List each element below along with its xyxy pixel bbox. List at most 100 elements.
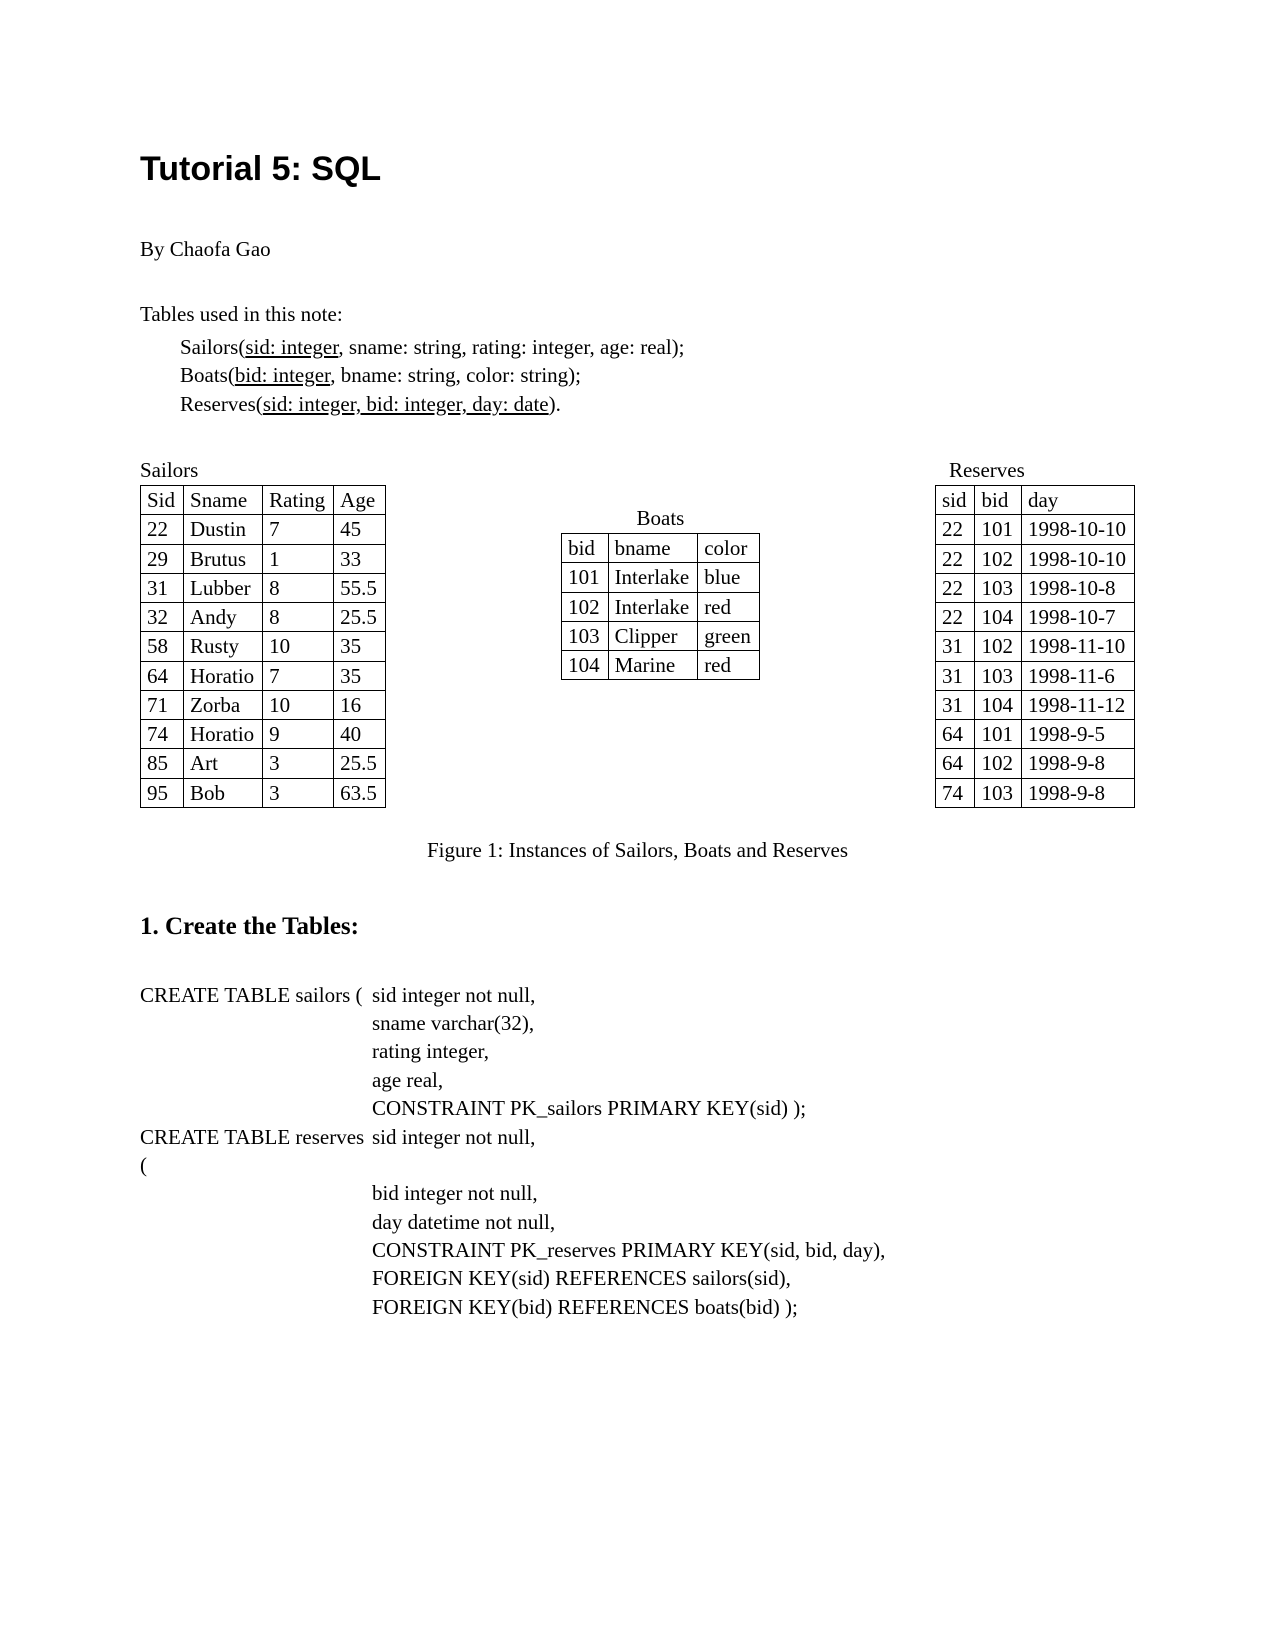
table-row: 71Zorba1016: [141, 690, 386, 719]
table-cell: 1998-10-7: [1021, 603, 1134, 632]
table-header-cell: color: [698, 534, 760, 563]
table-row: 641021998-9-8: [935, 749, 1134, 778]
table-cell: 10: [263, 632, 334, 661]
section-1-heading: 1. Create the Tables:: [140, 913, 1135, 941]
table-row: 104Marinered: [562, 651, 760, 680]
sql-body: age real,: [372, 1066, 1135, 1094]
sql-body: CONSTRAINT PK_reserves PRIMARY KEY(sid, …: [372, 1236, 1135, 1264]
table-cell: 104: [975, 603, 1022, 632]
table-cell: 22: [935, 515, 975, 544]
table-header-cell: Age: [334, 486, 386, 515]
page-title: Tutorial 5: SQL: [140, 150, 1135, 189]
table-cell: 22: [935, 544, 975, 573]
table-row: 74Horatio940: [141, 720, 386, 749]
table-cell: Art: [184, 749, 263, 778]
table-cell: 103: [562, 621, 609, 650]
author-line: By Chaofa Gao: [140, 237, 1135, 262]
table-row: 311031998-11-6: [935, 661, 1134, 690]
table-row: 741031998-9-8: [935, 778, 1134, 807]
sql-head: [140, 1037, 372, 1065]
table-cell: Andy: [184, 603, 263, 632]
table-cell: 104: [562, 651, 609, 680]
table-cell: 22: [935, 603, 975, 632]
figure-caption: Figure 1: Instances of Sailors, Boats an…: [140, 838, 1135, 863]
table-cell: 74: [935, 778, 975, 807]
table-cell: 16: [334, 690, 386, 719]
table-cell: 22: [935, 573, 975, 602]
table-cell: Interlake: [608, 563, 698, 592]
boats-table-block: Boats bidbnamecolor101Interlakeblue102In…: [561, 506, 760, 680]
sql-head: [140, 1066, 372, 1094]
table-cell: 35: [334, 632, 386, 661]
sql-body: sid integer not null,: [372, 1123, 1135, 1180]
sailors-label: Sailors: [140, 458, 386, 483]
boats-label: Boats: [561, 506, 760, 531]
sql-body: FOREIGN KEY(bid) REFERENCES boats(bid) )…: [372, 1293, 1135, 1321]
table-cell: 7: [263, 661, 334, 690]
table-cell: Marine: [608, 651, 698, 680]
sailors-table-block: Sailors SidSnameRatingAge22Dustin74529Br…: [140, 458, 386, 808]
table-header-cell: Sname: [184, 486, 263, 515]
table-cell: Brutus: [184, 544, 263, 573]
table-row: 95Bob363.5: [141, 778, 386, 807]
table-cell: 74: [141, 720, 184, 749]
table-cell: 85: [141, 749, 184, 778]
table-cell: 1998-9-8: [1021, 749, 1134, 778]
schema-boats: Boats(bid: integer, bname: string, color…: [180, 361, 1135, 389]
table-row: 311041998-11-12: [935, 690, 1134, 719]
table-cell: 55.5: [334, 573, 386, 602]
table-cell: 31: [935, 690, 975, 719]
table-cell: Zorba: [184, 690, 263, 719]
table-cell: 33: [334, 544, 386, 573]
table-header-cell: bid: [562, 534, 609, 563]
table-cell: 95: [141, 778, 184, 807]
table-cell: 64: [141, 661, 184, 690]
table-header-cell: bid: [975, 486, 1022, 515]
table-cell: 1998-11-10: [1021, 632, 1134, 661]
table-header-cell: bname: [608, 534, 698, 563]
sql-head: [140, 1009, 372, 1037]
sql-line: sname varchar(32),: [140, 1009, 1135, 1037]
sql-body: FOREIGN KEY(sid) REFERENCES sailors(sid)…: [372, 1264, 1135, 1292]
table-cell: 25.5: [334, 749, 386, 778]
table-cell: 103: [975, 573, 1022, 602]
sql-line: age real,: [140, 1066, 1135, 1094]
table-cell: Dustin: [184, 515, 263, 544]
table-cell: 8: [263, 573, 334, 602]
sql-line: CONSTRAINT PK_sailors PRIMARY KEY(sid) )…: [140, 1094, 1135, 1122]
table-cell: 31: [935, 661, 975, 690]
table-cell: 1998-10-10: [1021, 544, 1134, 573]
table-header-cell: Sid: [141, 486, 184, 515]
table-row: 101Interlakeblue: [562, 563, 760, 592]
table-row: 64Horatio735: [141, 661, 386, 690]
table-cell: Horatio: [184, 661, 263, 690]
table-row: 32Andy825.5: [141, 603, 386, 632]
schema-sailors: Sailors(sid: integer, sname: string, rat…: [180, 333, 1135, 361]
sql-body: bid integer not null,: [372, 1179, 1135, 1207]
table-cell: 1998-10-10: [1021, 515, 1134, 544]
table-row: 311021998-11-10: [935, 632, 1134, 661]
sql-body: sid integer not null,: [372, 981, 1135, 1009]
table-cell: green: [698, 621, 760, 650]
table-row: 221031998-10-8: [935, 573, 1134, 602]
sql-create-statements: CREATE TABLE sailors (sid integer not nu…: [140, 981, 1135, 1321]
schema-reserves: Reserves(sid: integer, bid: integer, day…: [180, 390, 1135, 418]
table-header-cell: day: [1021, 486, 1134, 515]
sql-line: day datetime not null,: [140, 1208, 1135, 1236]
table-cell: 1: [263, 544, 334, 573]
table-cell: 25.5: [334, 603, 386, 632]
sql-body: rating integer,: [372, 1037, 1135, 1065]
table-cell: 102: [562, 592, 609, 621]
table-cell: 1998-11-12: [1021, 690, 1134, 719]
table-cell: Bob: [184, 778, 263, 807]
table-cell: 71: [141, 690, 184, 719]
tables-used-intro: Tables used in this note:: [140, 302, 1135, 327]
sql-line: CREATE TABLE sailors (sid integer not nu…: [140, 981, 1135, 1009]
sql-body: day datetime not null,: [372, 1208, 1135, 1236]
sql-body: CONSTRAINT PK_sailors PRIMARY KEY(sid) )…: [372, 1094, 1135, 1122]
table-cell: 1998-11-6: [1021, 661, 1134, 690]
table-cell: 7: [263, 515, 334, 544]
table-cell: red: [698, 651, 760, 680]
table-cell: Horatio: [184, 720, 263, 749]
table-row: 103Clippergreen: [562, 621, 760, 650]
